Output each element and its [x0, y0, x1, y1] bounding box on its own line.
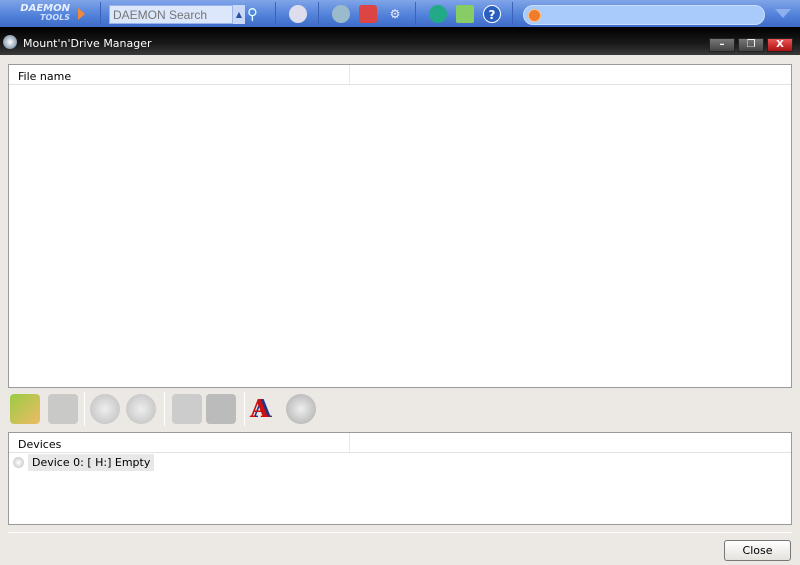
restore-button[interactable]: ❐: [738, 38, 764, 52]
search-dropdown-button[interactable]: ▲: [233, 5, 245, 24]
window-titlebar: Mount'n'Drive Manager – ❐ X: [0, 27, 800, 55]
menu-dropdown-icon[interactable]: [775, 9, 791, 18]
divider: [164, 392, 165, 426]
divider: [512, 2, 513, 25]
window-title: Mount'n'Drive Manager: [23, 37, 152, 50]
change-letter-icon[interactable]: A: [250, 394, 280, 424]
image-editor-icon[interactable]: [332, 5, 350, 23]
properties-icon[interactable]: [286, 394, 316, 424]
divider: [84, 392, 85, 426]
divider: [415, 2, 416, 25]
images-list[interactable]: File name: [8, 64, 792, 388]
update-icon[interactable]: [456, 5, 474, 23]
drive-icon: [13, 456, 24, 468]
add-image-icon[interactable]: [10, 394, 40, 424]
daemon-tools-toolbar: DAEMONTOOLS ▲ ⚲ ⚙ ?: [0, 0, 800, 27]
column-header-empty[interactable]: [350, 433, 791, 452]
image-toolbar: A: [8, 392, 328, 426]
add-drive-icon[interactable]: [172, 394, 202, 424]
mount-icon[interactable]: [90, 394, 120, 424]
image-catalog-icon[interactable]: [359, 5, 377, 23]
divider: [275, 2, 276, 25]
preferences-gear-icon[interactable]: ⚙: [386, 5, 404, 23]
search-input[interactable]: [109, 5, 233, 24]
browser-icon: [528, 9, 541, 22]
close-window-button[interactable]: X: [767, 38, 793, 52]
unmount-icon[interactable]: [126, 394, 156, 424]
device-item[interactable]: Device 0: [ H:] Empty: [9, 453, 791, 471]
expand-arrow-icon[interactable]: [78, 8, 85, 20]
divider: [318, 2, 319, 25]
help-icon[interactable]: ?: [483, 5, 501, 23]
divider: [244, 392, 245, 426]
daemon-tools-logo[interactable]: DAEMON TOOLS: [14, 4, 70, 23]
device-label: Device 0: [ H:] Empty: [28, 453, 155, 471]
web-globe-icon[interactable]: [429, 5, 447, 23]
mount-drive-manager-icon[interactable]: [289, 5, 307, 23]
remove-image-icon[interactable]: [48, 394, 78, 424]
devices-list[interactable]: Devices Device 0: [ H:] Empty: [8, 432, 792, 525]
divider: [100, 2, 101, 25]
address-bar[interactable]: [523, 5, 765, 25]
remove-drive-icon[interactable]: [206, 394, 236, 424]
divider: [8, 532, 792, 533]
minimize-button[interactable]: –: [709, 38, 735, 52]
column-header-file-name[interactable]: File name: [9, 65, 350, 84]
column-header-devices[interactable]: Devices: [9, 433, 350, 452]
close-button[interactable]: Close: [724, 540, 791, 561]
column-header-empty[interactable]: [350, 65, 791, 84]
search-icon[interactable]: ⚲: [247, 4, 267, 24]
app-icon: [3, 35, 17, 49]
